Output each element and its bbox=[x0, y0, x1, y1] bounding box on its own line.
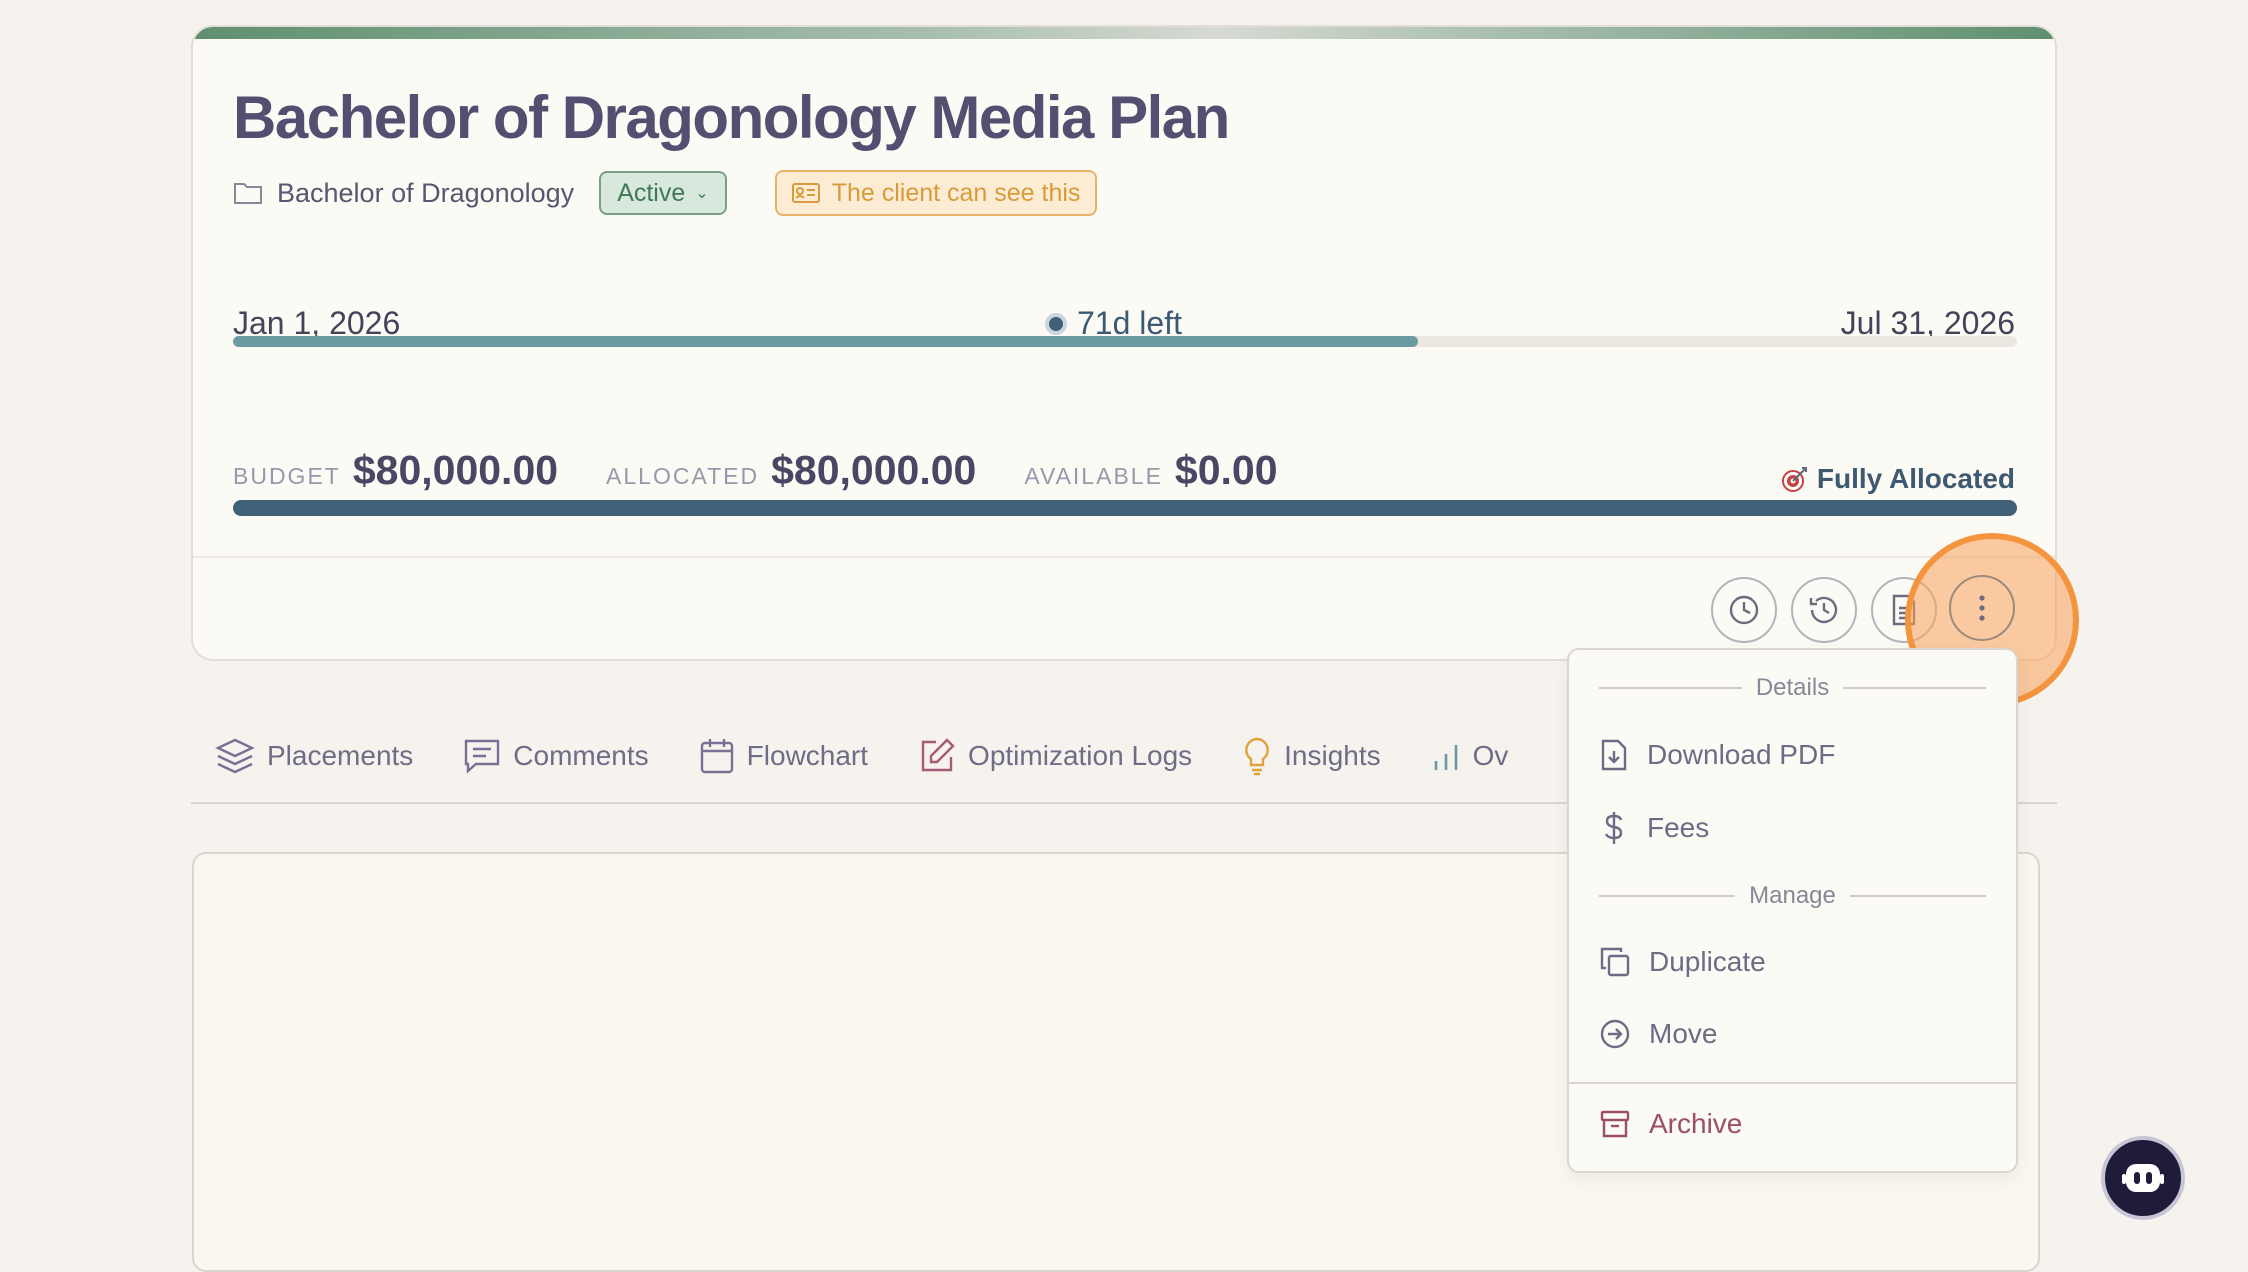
folder-icon bbox=[234, 183, 262, 204]
lightbulb-icon bbox=[1245, 737, 1270, 776]
tab-label: Flowchart bbox=[746, 740, 869, 771]
more-options-menu: Details Download PDF Fees Manage Duplica… bbox=[1567, 648, 2018, 1173]
menu-item-duplicate[interactable]: Duplicate bbox=[1599, 946, 1766, 978]
plan-meta-row: Bachelor of Dragonology Active ⌄ The cli… bbox=[233, 169, 1098, 217]
tab-overview[interactable]: Ov bbox=[1431, 739, 1509, 773]
history-icon bbox=[1809, 596, 1838, 624]
budget-label: BUDGET bbox=[233, 463, 341, 489]
menu-item-label: Duplicate bbox=[1649, 946, 1766, 977]
target-icon bbox=[1781, 467, 1807, 492]
tab-label: Ov bbox=[1472, 740, 1509, 771]
client-visibility-label: The client can see this bbox=[831, 178, 1081, 207]
menu-section-details: Details bbox=[1599, 674, 1987, 702]
available-label: AVAILABLE bbox=[1024, 463, 1163, 489]
layers-icon bbox=[215, 738, 255, 774]
history-button[interactable] bbox=[1791, 577, 1857, 643]
calendar-icon bbox=[700, 739, 733, 774]
budget-allocation-bar bbox=[233, 500, 2017, 516]
timeline-progress-fill bbox=[233, 336, 1418, 347]
archive-icon bbox=[1600, 1110, 1630, 1138]
more-vertical-icon bbox=[1979, 595, 1985, 621]
clock-icon bbox=[1729, 595, 1759, 625]
assistant-bot-button[interactable] bbox=[2101, 1136, 2185, 1220]
allocation-status: Fully Allocated bbox=[1781, 463, 2015, 495]
id-card-icon bbox=[791, 183, 820, 203]
tab-label: Placements bbox=[267, 740, 414, 771]
menu-item-download-pdf[interactable]: Download PDF bbox=[1599, 738, 1835, 772]
timeline-marker-icon bbox=[1045, 312, 1067, 335]
more-options-button[interactable] bbox=[1949, 575, 2015, 641]
arrow-circle-right-icon bbox=[1600, 1019, 1630, 1049]
budget-value: $80,000.00 bbox=[352, 447, 559, 493]
menu-section-title: Details bbox=[1755, 674, 1830, 701]
status-label: Active bbox=[617, 178, 686, 207]
tab-comments[interactable]: Comments bbox=[463, 738, 649, 774]
comment-icon bbox=[465, 739, 500, 774]
tab-label: Comments bbox=[513, 740, 649, 771]
budget-summary: BUDGET $80,000.00 ALLOCATED $80,000.00 A… bbox=[233, 447, 1326, 494]
tab-placements[interactable]: Placements bbox=[215, 737, 413, 775]
client-visibility-badge[interactable]: The client can see this bbox=[774, 170, 1098, 216]
allocation-status-label: Fully Allocated bbox=[1816, 463, 2015, 494]
menu-item-fees[interactable]: Fees bbox=[1599, 810, 1709, 846]
copy-icon bbox=[1600, 947, 1630, 977]
card-accent-bar bbox=[193, 27, 2055, 39]
timeline-progress-track bbox=[233, 336, 2017, 347]
tab-label: Insights bbox=[1284, 740, 1381, 771]
page-title: Bachelor of Dragonology Media Plan bbox=[233, 84, 1230, 151]
folder-link[interactable]: Bachelor of Dragonology bbox=[233, 178, 574, 209]
media-plan-card: Bachelor of Dragonology Media Plan Bache… bbox=[191, 25, 2057, 661]
chevron-down-icon: ⌄ bbox=[695, 185, 709, 202]
menu-item-label: Download PDF bbox=[1647, 739, 1836, 770]
robot-icon bbox=[2122, 1164, 2164, 1192]
allocated-label: ALLOCATED bbox=[606, 463, 760, 489]
status-dropdown[interactable]: Active ⌄ bbox=[599, 171, 727, 215]
clock-button[interactable] bbox=[1711, 577, 1777, 643]
menu-section-manage: Manage bbox=[1599, 882, 1987, 910]
folder-name: Bachelor of Dragonology bbox=[277, 177, 575, 208]
tab-flowchart[interactable]: Flowchart bbox=[699, 737, 868, 775]
card-divider bbox=[193, 556, 2055, 558]
edit-icon bbox=[921, 738, 955, 772]
menu-item-label: Archive bbox=[1649, 1108, 1743, 1139]
file-download-icon bbox=[1601, 739, 1627, 771]
menu-item-label: Move bbox=[1649, 1018, 1718, 1049]
bar-chart-icon bbox=[1434, 745, 1457, 770]
menu-item-archive[interactable]: Archive bbox=[1599, 1108, 1742, 1140]
available-value: $0.00 bbox=[1174, 447, 1278, 493]
menu-item-move[interactable]: Move bbox=[1599, 1018, 1717, 1050]
menu-divider bbox=[1569, 1082, 2016, 1084]
dollar-icon bbox=[1604, 812, 1623, 844]
menu-item-label: Fees bbox=[1647, 812, 1710, 843]
allocated-value: $80,000.00 bbox=[771, 447, 977, 493]
tab-optimization-logs[interactable]: Optimization Logs bbox=[918, 737, 1192, 775]
menu-section-title: Manage bbox=[1749, 882, 1836, 909]
tab-insights[interactable]: Insights bbox=[1242, 736, 1381, 776]
tab-label: Optimization Logs bbox=[968, 740, 1193, 771]
plan-tabs: Placements Comments Flowchart Optimizati… bbox=[215, 733, 1558, 779]
